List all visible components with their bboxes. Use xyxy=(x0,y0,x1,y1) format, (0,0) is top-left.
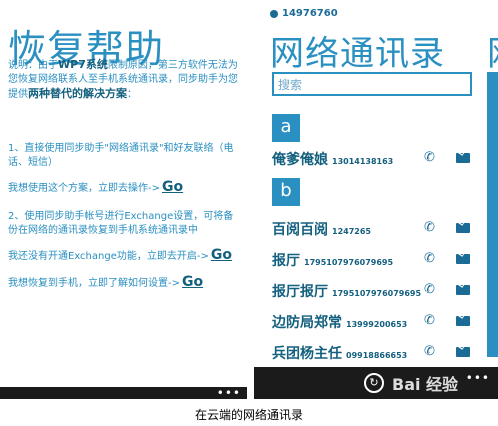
option-1-action-label: 我想使用这个方案，立即去操作-> xyxy=(8,183,160,194)
contact-number: 1795107976079695 xyxy=(332,289,422,298)
group-tile-b[interactable]: b xyxy=(272,178,300,206)
image-caption: 在云端的网络通讯录 xyxy=(194,408,303,422)
mail-icon[interactable] xyxy=(456,223,470,233)
intro-part-3: ： xyxy=(127,89,137,100)
more-dots-icon[interactable]: ••• xyxy=(217,386,241,399)
account-dot-icon xyxy=(270,10,278,18)
app-bar: ↻ Bai 经验 ••• xyxy=(254,367,498,399)
more-dots-icon[interactable]: ••• xyxy=(466,371,490,385)
contact-row[interactable]: 俺爹俺娘 13014138163 ✆ xyxy=(272,144,482,172)
contact-row[interactable]: 边防局郑常 13999200653 ✆ xyxy=(272,307,482,335)
mail-icon[interactable] xyxy=(456,153,470,163)
contact-number: 09918866653 xyxy=(346,351,408,360)
search-input[interactable]: 搜索 xyxy=(272,72,472,96)
mail-icon[interactable] xyxy=(456,316,470,326)
contact-name: 百阅百阅 xyxy=(272,222,328,238)
divider xyxy=(247,0,254,399)
page-title: 网络通讯录 xyxy=(270,34,445,74)
next-pivot-edge xyxy=(487,72,498,357)
contact-row[interactable]: 报厅报厅 1795107976079695 ✆ xyxy=(272,276,482,304)
go-link-3[interactable]: Go xyxy=(182,274,203,290)
account-number: 14976760 xyxy=(282,8,338,19)
intro-part-1: 说明：由于 xyxy=(8,60,58,71)
contact-name: 兵团杨主任 xyxy=(272,346,342,362)
option-1-action[interactable]: 我想使用这个方案，立即去操作-> Go xyxy=(8,180,240,196)
phone-icon[interactable]: ✆ xyxy=(424,344,435,359)
contact-number: 1247265 xyxy=(332,227,371,236)
contact-number: 1795107976079695 xyxy=(304,258,394,267)
restore-help-screen: 恢复帮助 说明：由于WP7系统限制原因，第三方软件无法为您恢复网络联系人至手机系… xyxy=(0,0,247,399)
network-contacts-screen: 14976760 网络通讯录 网 搜索 a 俺爹俺娘13014138163 ✆ … xyxy=(254,0,498,399)
mail-icon[interactable] xyxy=(456,347,470,357)
contact-name-wrap: 边防局郑常 13999200653 xyxy=(272,312,407,332)
contact-name: 俺爹俺娘 xyxy=(272,152,328,168)
refresh-icon[interactable]: ↻ xyxy=(364,373,384,393)
option-1-text: 1、直接使用同步助手"网络通讯录"和好友联络（电话、短信） xyxy=(8,143,234,168)
option-3-action-label: 我想恢复到手机，立即了解如何设置-> xyxy=(8,278,180,289)
intro-text: 说明：由于WP7系统限制原因，第三方软件无法为您恢复网络联系人至手机系统通讯录，… xyxy=(8,58,240,102)
go-link-2[interactable]: Go xyxy=(211,247,232,263)
intro-wp7: WP7系统 xyxy=(58,58,108,71)
contact-number: 13014138163 xyxy=(332,157,394,166)
contact-row[interactable]: 百阅百阅 1247265 ✆ xyxy=(272,214,482,242)
phone-icon[interactable]: ✆ xyxy=(424,220,435,235)
option-2-text: 2、使用同步助手帐号进行Exchange设置，可将备份在网络的通讯录恢复到手机系… xyxy=(8,211,234,236)
contact-number: 13999200653 xyxy=(346,320,408,329)
phone-icon[interactable]: ✆ xyxy=(424,251,435,266)
option-2-action[interactable]: 我还没有开通Exchange功能，立即去开启-> Go xyxy=(8,248,240,264)
next-pivot-title[interactable]: 网 xyxy=(487,26,498,75)
contact-row[interactable]: 兵团杨主任 09918866653 ✆ xyxy=(272,338,482,366)
intro-solutions: 两种替代的解决方案 xyxy=(28,87,127,100)
contact-name-wrap: 兵团杨主任 09918866653 xyxy=(272,343,407,363)
app-bar: ••• xyxy=(0,386,247,399)
watermark: Bai 经验 xyxy=(392,375,459,394)
contact-name-wrap: 俺爹俺娘 13014138163 xyxy=(272,149,393,169)
mail-icon[interactable] xyxy=(456,285,470,295)
mail-icon[interactable] xyxy=(456,254,470,264)
option-2-action-label: 我还没有开通Exchange功能，立即去开启-> xyxy=(8,251,209,262)
contact-name: 边防局郑常 xyxy=(272,315,342,331)
phone-icon[interactable]: ✆ xyxy=(424,282,435,297)
group-tile-a[interactable]: a xyxy=(272,114,300,142)
contact-name: 报厅报厅 xyxy=(272,284,328,300)
contact-row[interactable]: 报厅 1795107976079695 ✆ xyxy=(272,245,482,273)
contact-name-wrap: 百阅百阅 1247265 xyxy=(272,219,371,239)
contact-name-wrap: 报厅报厅 1795107976079695 xyxy=(272,281,421,301)
option-3-action[interactable]: 我想恢复到手机，立即了解如何设置-> Go xyxy=(8,275,240,291)
phone-icon[interactable]: ✆ xyxy=(424,313,435,328)
search-placeholder: 搜索 xyxy=(278,78,303,92)
go-link-1[interactable]: Go xyxy=(162,179,183,195)
phone-icon[interactable]: ✆ xyxy=(424,150,435,165)
contact-name-wrap: 报厅 1795107976079695 xyxy=(272,250,393,270)
contact-name: 报厅 xyxy=(272,253,300,269)
